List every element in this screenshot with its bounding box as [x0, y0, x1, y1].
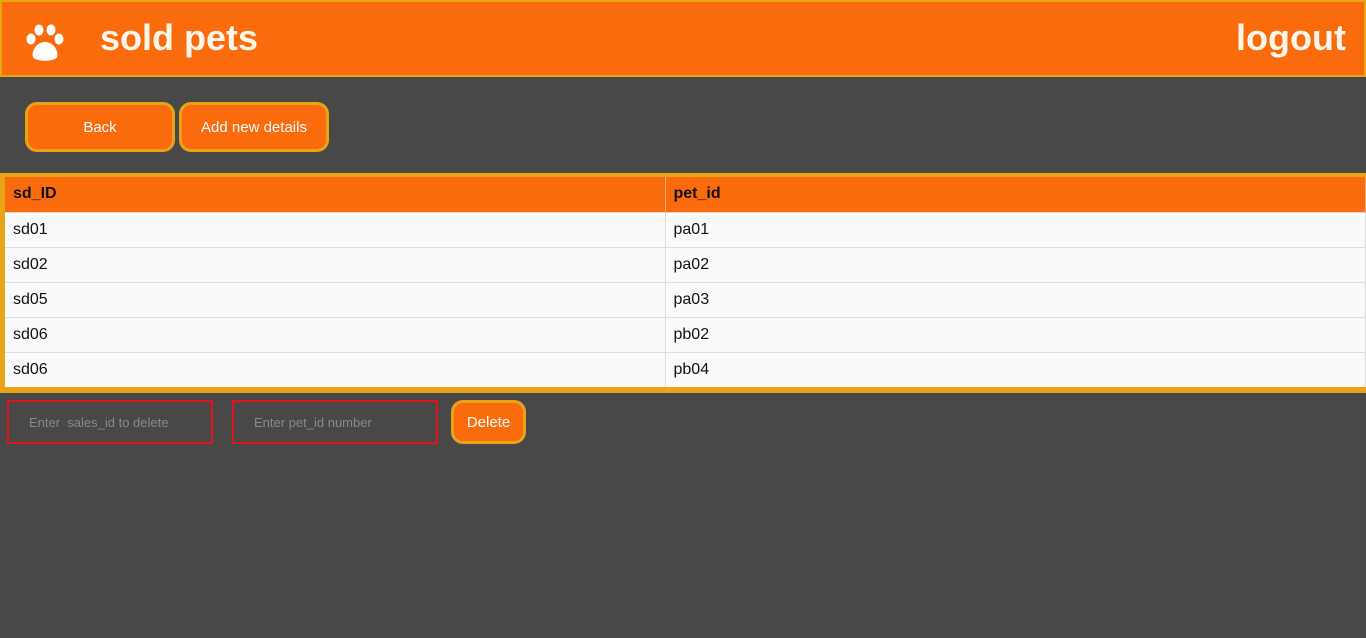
header-bar: sold pets logout — [0, 0, 1366, 77]
sold-pets-table-container: sd_ID pet_id sd01 pa01 sd02 pa02 sd05 pa… — [0, 173, 1366, 393]
cell-pet-id: pb04 — [665, 351, 1366, 387]
cell-sd-id: sd05 — [5, 281, 666, 317]
table-row: sd05 pa03 — [5, 281, 1366, 317]
sold-pets-table: sd_ID pet_id sd01 pa01 sd02 pa02 sd05 pa… — [5, 177, 1366, 387]
cell-pet-id: pb02 — [665, 316, 1366, 352]
cell-pet-id: pa03 — [665, 281, 1366, 317]
cell-sd-id: sd06 — [5, 351, 666, 387]
paw-icon — [26, 24, 64, 61]
table-row: sd02 pa02 — [5, 246, 1366, 282]
cell-sd-id: sd02 — [5, 246, 666, 282]
delete-button[interactable]: Delete — [451, 400, 526, 444]
add-new-details-button[interactable]: Add new details — [179, 102, 329, 152]
cell-sd-id: sd06 — [5, 316, 666, 352]
table-row: sd06 pb02 — [5, 316, 1366, 352]
sales-id-input[interactable] — [7, 400, 213, 444]
cell-pet-id: pa02 — [665, 246, 1366, 282]
back-button[interactable]: Back — [25, 102, 175, 152]
pet-id-input[interactable] — [232, 400, 438, 444]
table-row: sd01 pa01 — [5, 211, 1366, 247]
logout-link[interactable]: logout — [1236, 17, 1346, 59]
column-header-pet-id: pet_id — [665, 177, 1366, 212]
cell-pet-id: pa01 — [665, 211, 1366, 247]
cell-sd-id: sd01 — [5, 211, 666, 247]
column-header-sd-id: sd_ID — [5, 177, 666, 212]
page-title: sold pets — [100, 17, 259, 58]
table-row: sd06 pb04 — [5, 351, 1366, 387]
table-header-row: sd_ID pet_id — [5, 177, 1366, 212]
